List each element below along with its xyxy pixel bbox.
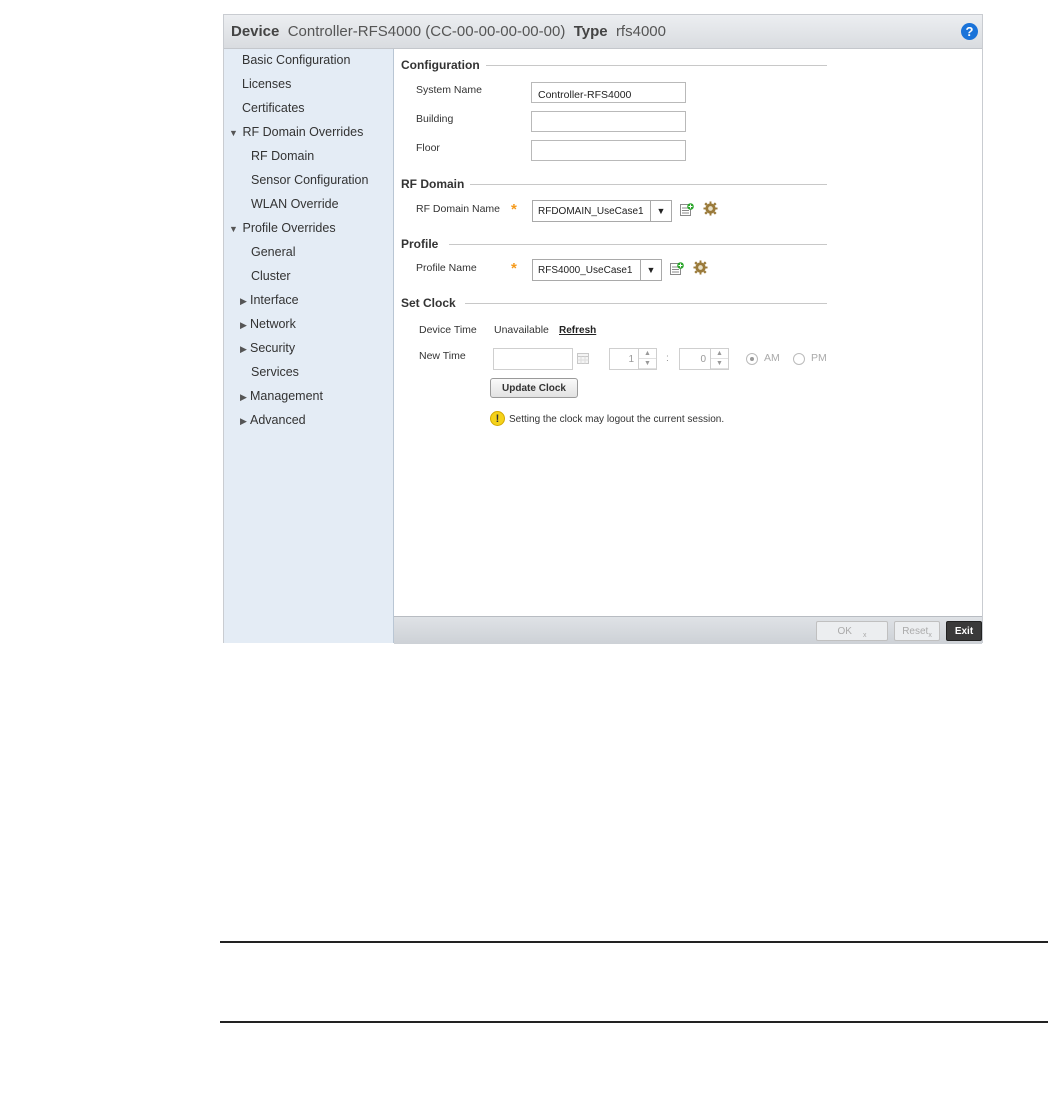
sidebar-item-advanced[interactable]: ▶ Advanced [240, 413, 306, 427]
new-time-label: New Time [419, 350, 466, 362]
floor-label: Floor [416, 142, 440, 154]
page-divider [220, 1021, 1048, 1023]
collapse-arrow-icon[interactable]: ▶ [240, 344, 250, 355]
collapse-arrow-icon[interactable]: ▶ [240, 296, 250, 307]
minute-stepper[interactable]: 0 ▲ ▼ [679, 348, 729, 370]
profile-selected: RFS4000_UseCase1 [538, 265, 633, 276]
section-divider [486, 65, 827, 66]
pm-radio[interactable] [793, 353, 805, 365]
refresh-link[interactable]: Refresh [559, 325, 596, 336]
title-bar: Device Controller-RFS4000 (CC-00-00-00-0… [224, 15, 982, 49]
device-time-value: Unavailable [494, 324, 549, 336]
gear-icon[interactable] [693, 260, 708, 275]
sidebar-item-basic-configuration[interactable]: Basic Configuration [242, 53, 350, 67]
rf-domain-selected: RFDOMAIN_UseCase1 [538, 206, 644, 217]
profile-select[interactable]: RFS4000_UseCase1 ▼ [532, 259, 662, 281]
chevron-up-icon[interactable]: ▲ [639, 349, 656, 359]
sidebar-item-network[interactable]: ▶ Network [240, 317, 296, 331]
device-config-window: Device Controller-RFS4000 (CC-00-00-00-0… [223, 14, 983, 644]
pm-label: PM [811, 352, 827, 364]
main-content: Configuration System Name Controller-RFS… [394, 49, 982, 616]
section-divider [465, 303, 827, 304]
warning-icon: ! [490, 411, 505, 426]
hour-stepper[interactable]: 1 ▲ ▼ [609, 348, 657, 370]
calendar-icon[interactable] [577, 353, 589, 364]
help-icon[interactable]: ? [961, 23, 978, 40]
hour-stepper-buttons[interactable]: ▲ ▼ [638, 349, 656, 369]
hour-value: 1 [628, 354, 634, 365]
chevron-down-icon[interactable]: ▼ [711, 359, 728, 369]
system-name-field[interactable]: Controller-RFS4000 [531, 82, 686, 103]
type-value: rfs4000 [615, 23, 666, 40]
minute-value: 0 [700, 354, 706, 365]
footer-bar: OK x Resetx Exit [394, 616, 982, 644]
section-divider [470, 184, 827, 185]
chevron-down-icon[interactable]: ▼ [650, 201, 671, 221]
sidebar-item-licenses[interactable]: Licenses [242, 77, 291, 91]
required-icon: * [511, 260, 517, 277]
time-separator: : [666, 352, 669, 364]
section-title-set-clock: Set Clock [401, 296, 456, 310]
sidebar-item-sensor-configuration[interactable]: Sensor Configuration [251, 173, 368, 187]
device-label: Device [231, 23, 280, 40]
am-radio[interactable] [746, 353, 758, 365]
exit-button[interactable]: Exit [946, 621, 982, 641]
collapse-arrow-icon[interactable]: ▶ [240, 416, 250, 427]
device-value: Controller-RFS4000 (CC-00-00-00-00-00) [287, 23, 566, 40]
revert-marker: x [863, 632, 867, 639]
section-title-rf-domain: RF Domain [401, 177, 465, 191]
chevron-down-icon[interactable]: ▼ [639, 359, 656, 369]
sidebar-item-security[interactable]: ▶ Security [240, 341, 295, 355]
add-list-icon[interactable] [670, 262, 684, 275]
minute-stepper-buttons[interactable]: ▲ ▼ [710, 349, 728, 369]
device-time-label: Device Time [419, 324, 477, 336]
system-name-label: System Name [416, 84, 482, 96]
new-date-input[interactable] [493, 348, 573, 370]
rf-domain-name-label: RF Domain Name [416, 203, 501, 215]
chevron-down-icon[interactable]: ▼ [640, 260, 661, 280]
sidebar-item-certificates[interactable]: Certificates [242, 101, 305, 115]
ok-button[interactable]: OK x [816, 621, 888, 641]
section-title-configuration: Configuration [401, 58, 480, 72]
update-clock-button[interactable]: Update Clock [490, 378, 578, 398]
revert-marker: x [928, 632, 932, 639]
expand-arrow-icon[interactable]: ▼ [229, 128, 239, 138]
sidebar-item-general[interactable]: General [251, 245, 295, 259]
floor-field[interactable] [531, 140, 686, 161]
sidebar-item-rf-domain-overrides[interactable]: ▼ RF Domain Overrides [229, 125, 363, 139]
section-title-profile: Profile [401, 237, 439, 251]
gear-icon[interactable] [703, 201, 718, 216]
sidebar-item-interface[interactable]: ▶ Interface [240, 293, 299, 307]
expand-arrow-icon[interactable]: ▼ [229, 224, 239, 234]
sidebar-item-services[interactable]: Services [251, 365, 299, 379]
sidebar-nav: Basic Configuration Licenses Certificate… [224, 49, 394, 643]
sidebar-item-management[interactable]: ▶ Management [240, 389, 323, 403]
sidebar-item-profile-overrides[interactable]: ▼ Profile Overrides [229, 221, 336, 235]
section-divider [449, 244, 827, 245]
building-label: Building [416, 113, 454, 125]
collapse-arrow-icon[interactable]: ▶ [240, 392, 250, 403]
add-list-icon[interactable] [680, 203, 694, 216]
building-field[interactable] [531, 111, 686, 132]
rf-domain-select[interactable]: RFDOMAIN_UseCase1 ▼ [532, 200, 672, 222]
required-icon: * [511, 201, 517, 218]
sidebar-item-cluster[interactable]: Cluster [251, 269, 291, 283]
sidebar-item-wlan-override[interactable]: WLAN Override [251, 197, 339, 211]
collapse-arrow-icon[interactable]: ▶ [240, 320, 250, 331]
title-text: Device Controller-RFS4000 (CC-00-00-00-0… [231, 23, 666, 40]
am-label: AM [764, 352, 780, 364]
sidebar-item-rf-domain[interactable]: RF Domain [251, 149, 314, 163]
chevron-up-icon[interactable]: ▲ [711, 349, 728, 359]
profile-name-label: Profile Name [416, 262, 477, 274]
clock-warning-text: Setting the clock may logout the current… [509, 414, 725, 425]
type-label: Type [573, 23, 608, 40]
reset-button[interactable]: Resetx [894, 621, 940, 641]
page-divider [220, 941, 1048, 943]
